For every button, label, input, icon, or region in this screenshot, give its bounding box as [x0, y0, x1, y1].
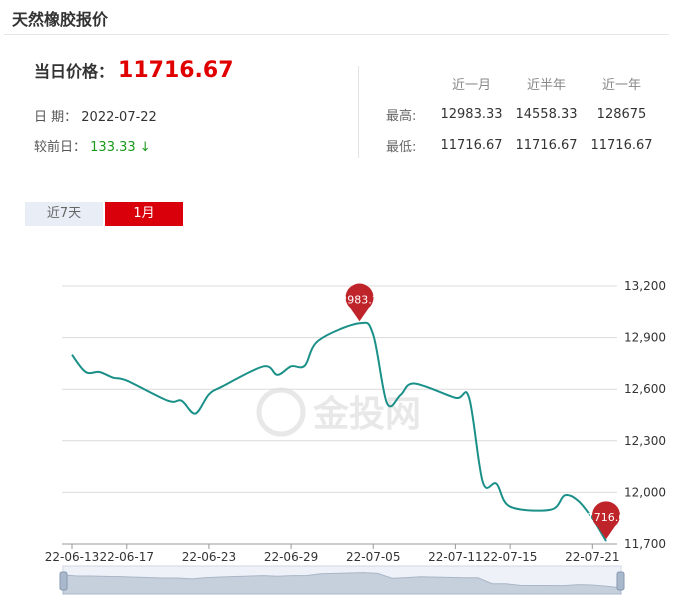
y-tick-label: 13,200: [624, 279, 666, 293]
price-line-chart: 金投网 13,200 12,900 12,600 12,300 12,000 11,700 2…: [45, 279, 666, 595]
zoom-handle-right[interactable]: [616, 571, 625, 591]
pin-marker-label: 12983.33: [333, 293, 386, 306]
watermark: 金投网: [256, 387, 421, 437]
x-tick-label: 22-06-23: [182, 550, 236, 564]
y-tick-label: 12,900: [624, 331, 666, 345]
watermark-logo-icon: [256, 387, 306, 437]
x-tick-label: 22-06-17: [100, 550, 154, 564]
x-tick-label: 22-06-29: [264, 550, 318, 564]
high-value-marker: 12983.33: [333, 283, 386, 322]
y-tick-label: 12,600: [624, 382, 666, 396]
x-tick-label: 22-07-05: [346, 550, 400, 564]
y-tick-label: 11,700: [624, 537, 666, 551]
watermark-text: 金投网: [312, 393, 421, 435]
x-tick-label: 22-07-15: [483, 550, 537, 564]
x-tick-label: 22-07-11: [428, 550, 482, 564]
x-tick-label: 22-07-21: [565, 550, 619, 564]
pin-marker-label: 11716.67: [580, 511, 633, 524]
y-tick-label: 12,000: [624, 485, 666, 499]
y-tick-label: 12,300: [624, 434, 666, 448]
zoom-handle-left[interactable]: [59, 571, 68, 591]
last-value-marker: 11716.67: [580, 501, 633, 540]
x-tick-label: 22-06-13: [45, 550, 99, 564]
